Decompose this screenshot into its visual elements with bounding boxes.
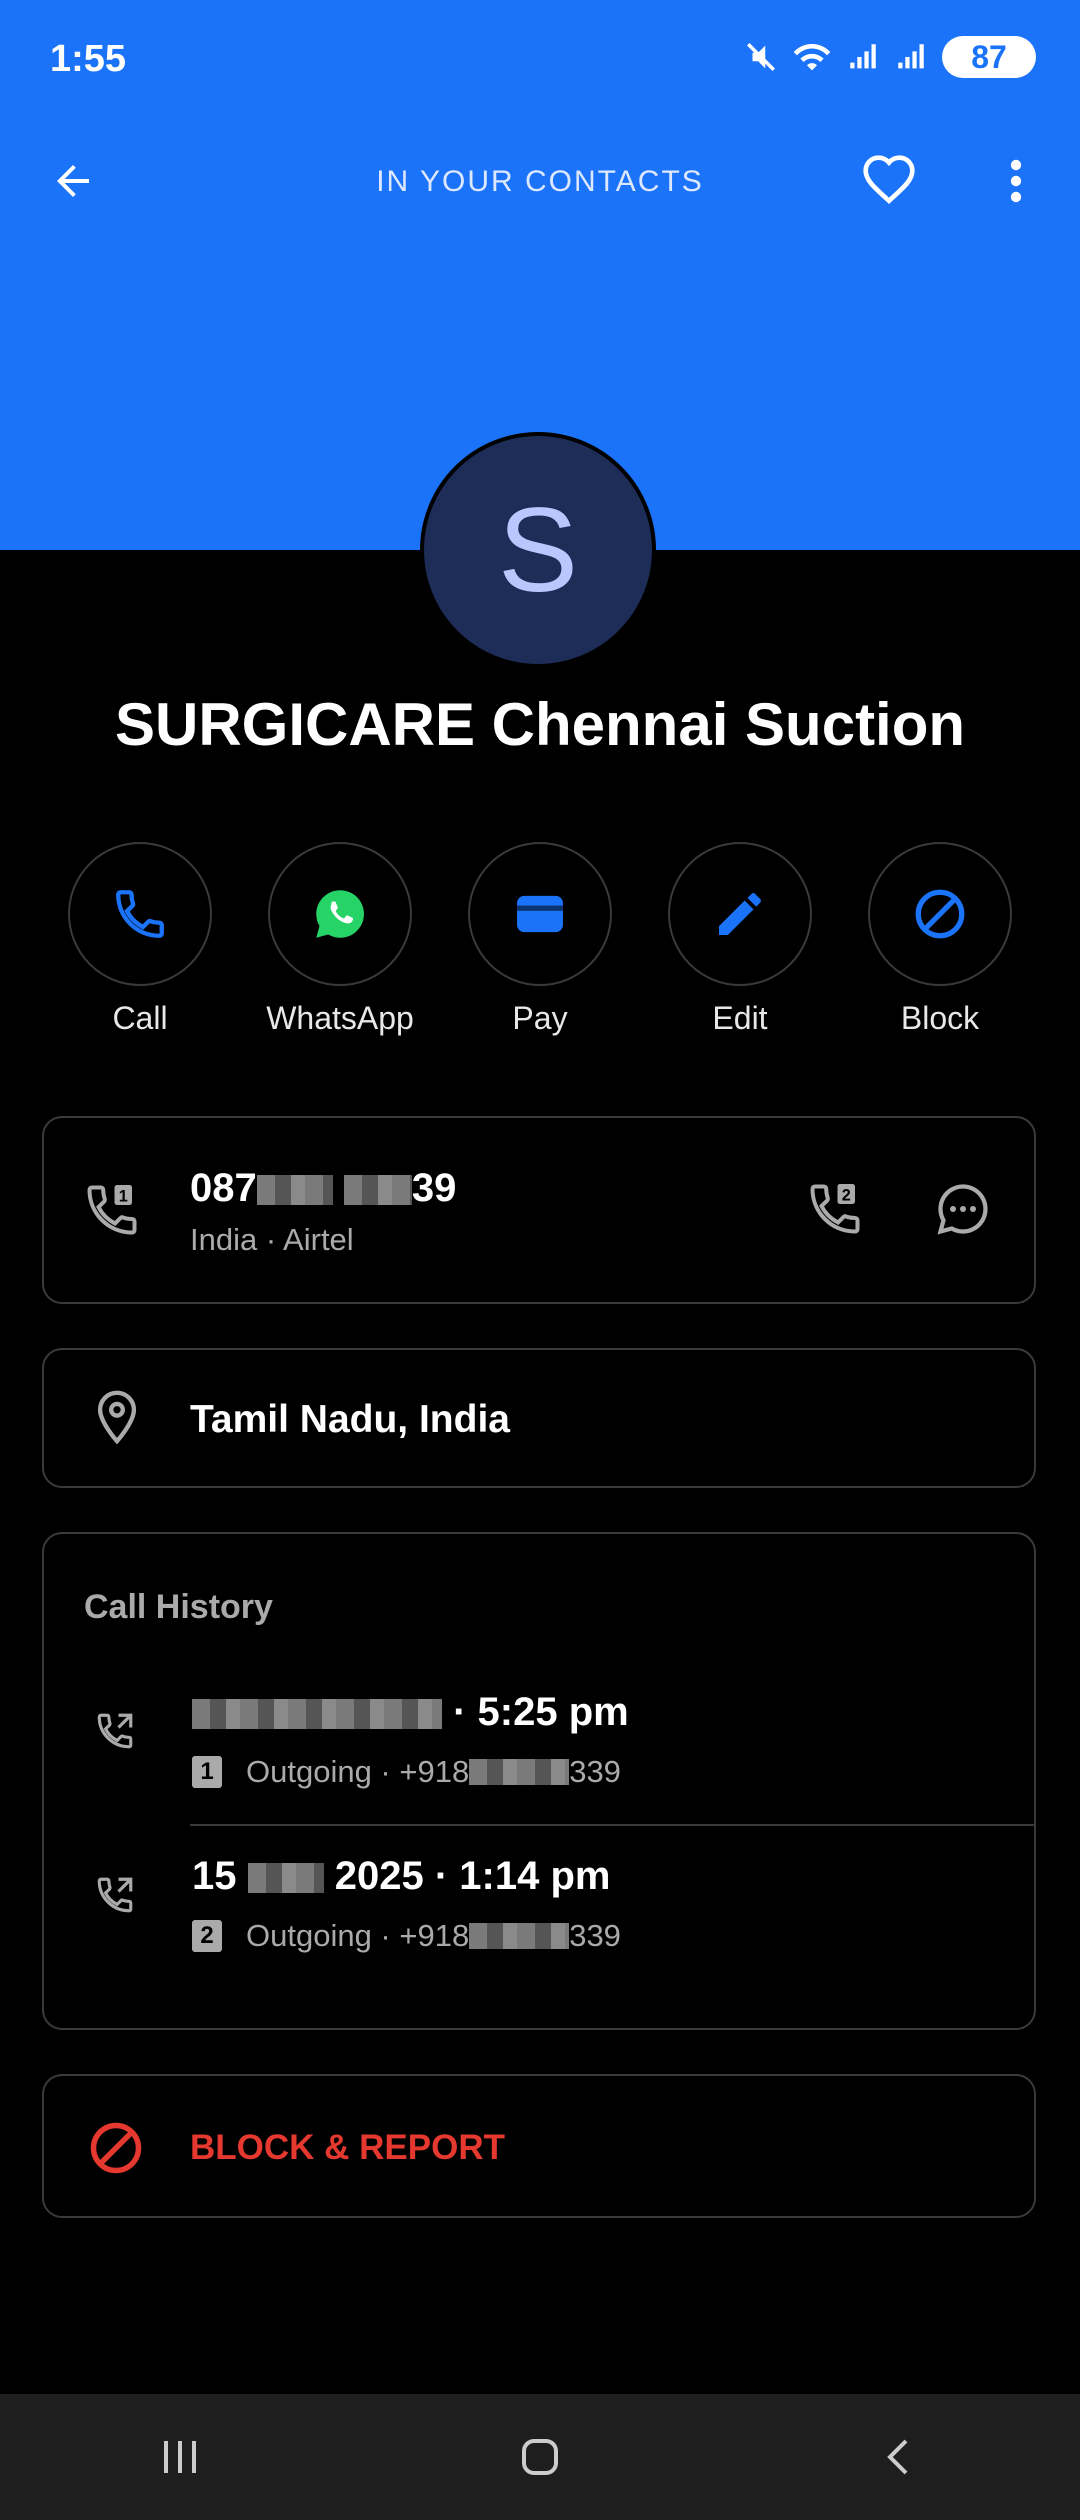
whatsapp-icon (316, 890, 364, 938)
call-date-year: 2025 (323, 1854, 424, 1898)
edit-button[interactable] (668, 842, 812, 986)
phone-number-prefix: 087 (190, 1166, 257, 1210)
divider (190, 1824, 1036, 1826)
svg-text:1: 1 (119, 1188, 128, 1206)
whatsapp-label: WhatsApp (266, 1000, 414, 1036)
sim2-call-button[interactable]: 2 (800, 1174, 870, 1244)
phone-number-card[interactable]: 1 087 39 India · Airtel 2 (42, 1116, 1036, 1304)
home-button[interactable] (480, 2407, 600, 2507)
redaction-mask (343, 1175, 412, 1206)
contact-name: SURGICARE Chennai Suction (114, 691, 966, 758)
call-history-title: Call History (84, 1588, 273, 1626)
recents-icon (164, 2441, 196, 2473)
call-time: · 1:14 pm (423, 1854, 611, 1898)
signal-icon-2 (898, 44, 924, 69)
status-time: 1:55 (50, 38, 127, 80)
sim-badge: 2 (192, 1920, 222, 1952)
call-detail-suffix: 339 (569, 1918, 621, 1953)
edit-action[interactable]: Edit (660, 842, 820, 1037)
redaction-mask (256, 1175, 333, 1206)
pay-label: Pay (512, 1000, 568, 1036)
battery-indicator: 87 (942, 36, 1036, 78)
pencil-icon (719, 893, 761, 935)
call-detail: 1 Outgoing · +918 339 (192, 1754, 621, 1790)
system-navigation-bar (0, 2394, 1080, 2520)
message-button[interactable] (928, 1174, 998, 1244)
call-time: · 5:25 pm (442, 1690, 629, 1734)
location-card: Tamil Nadu, India (42, 1348, 1036, 1488)
pay-button[interactable] (468, 842, 612, 986)
phone-number-suffix: 39 (411, 1166, 457, 1210)
block-button[interactable] (868, 842, 1012, 986)
call-datetime: · 5:25 pm (192, 1690, 629, 1735)
block-label: Block (900, 1000, 980, 1036)
avatar-initial: S (497, 483, 579, 617)
avatar: S (420, 432, 656, 668)
redaction-mask (469, 1923, 570, 1949)
home-icon (522, 2439, 558, 2475)
call-history-card: Call History · 5:25 pm 1 Outgoing · +918… (42, 1532, 1036, 2030)
phone-icon (116, 890, 164, 938)
redaction-mask (247, 1863, 324, 1894)
location-pin-icon (97, 1390, 137, 1445)
outgoing-call-icon (97, 1877, 133, 1913)
phone-number: 087 39 (190, 1166, 456, 1211)
call-detail: 2 Outgoing · +918 339 (192, 1918, 621, 1954)
call-history-item[interactable]: · 5:25 pm 1 Outgoing · +918 339 (44, 1674, 1034, 1824)
phone-meta: India · Airtel (190, 1222, 354, 1257)
edit-label: Edit (712, 1000, 768, 1036)
whatsapp-button[interactable] (268, 842, 412, 986)
sim1-call-icon: 1 (87, 1185, 137, 1235)
wifi-icon (793, 43, 831, 71)
sim-badge: 1 (192, 1756, 222, 1788)
call-date: 15 (192, 1854, 248, 1898)
call-label: Call (112, 1000, 168, 1036)
sim2-call-icon: 2 (810, 1184, 860, 1234)
recents-button[interactable] (120, 2407, 240, 2507)
block-icon (915, 889, 965, 939)
svg-text:2: 2 (842, 1187, 851, 1205)
call-detail-prefix: Outgoing · +918 (246, 1754, 470, 1789)
block-report-icon (90, 2122, 142, 2174)
call-detail-suffix: 339 (569, 1754, 621, 1789)
mute-icon (746, 42, 776, 72)
whatsapp-action[interactable]: WhatsApp (260, 842, 420, 1037)
battery-level: 87 (971, 38, 1007, 75)
call-history-item[interactable]: 15 2025 · 1:14 pm 2 Outgoing · +918 339 (44, 1838, 1034, 1988)
outgoing-call-icon (97, 1713, 133, 1749)
action-row: Call WhatsApp Pay Edit Block (60, 842, 1020, 1037)
favorite-button[interactable] (858, 150, 920, 212)
redaction-mask (192, 1699, 442, 1730)
more-options-button[interactable] (990, 152, 1042, 210)
block-report-label: BLOCK & REPORT (190, 2128, 505, 2167)
status-icons: 87 (744, 36, 1036, 78)
message-icon (937, 1184, 988, 1235)
call-detail-prefix: Outgoing · +918 (246, 1918, 470, 1953)
call-datetime: 15 2025 · 1:14 pm (192, 1854, 610, 1899)
call-action[interactable]: Call (60, 842, 220, 1037)
pay-action[interactable]: Pay (460, 842, 620, 1037)
location-text: Tamil Nadu, India (190, 1398, 510, 1441)
wallet-icon (517, 895, 563, 933)
back-nav-button[interactable] (840, 2407, 960, 2507)
signal-icon (850, 44, 876, 69)
call-button[interactable] (68, 842, 212, 986)
block-action[interactable]: Block (860, 842, 1020, 1037)
more-vert-icon (1010, 159, 1022, 203)
redaction-mask (469, 1759, 570, 1785)
chevron-left-icon (887, 2439, 908, 2475)
heart-icon (863, 155, 915, 205)
block-report-button[interactable]: BLOCK & REPORT (42, 2074, 1036, 2218)
